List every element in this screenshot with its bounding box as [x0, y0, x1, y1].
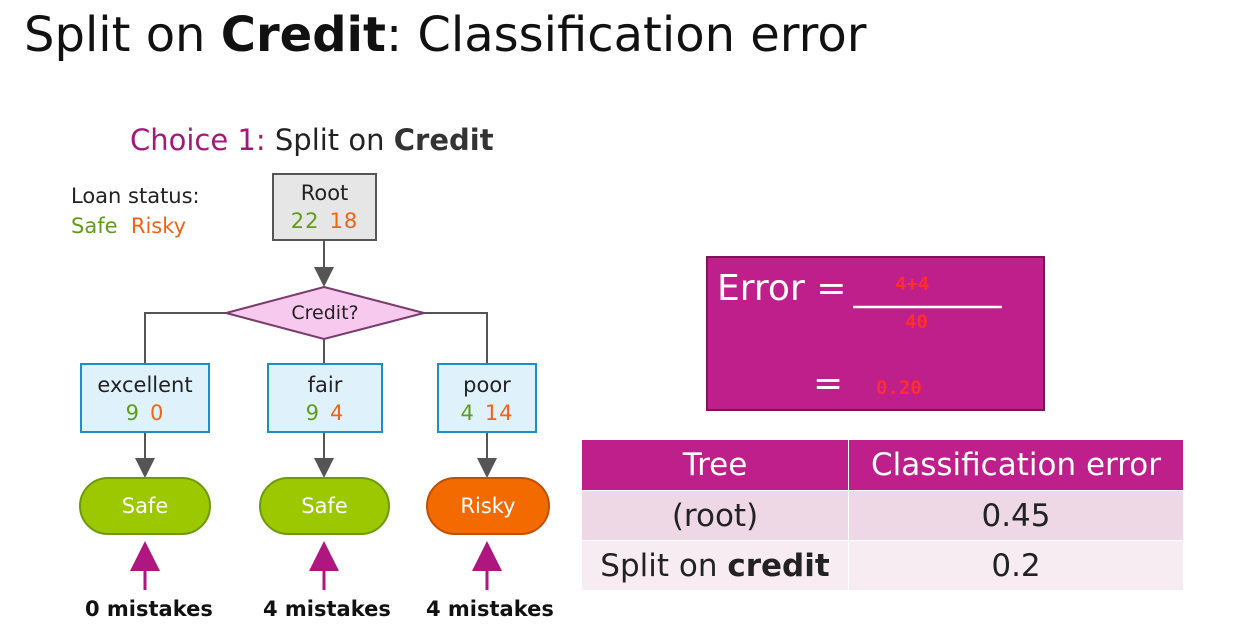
cell-tree: (root)	[581, 490, 849, 541]
error-label: Error =	[717, 268, 847, 309]
safe-count: 9	[125, 401, 140, 425]
leaf-prediction-risky: Risky	[426, 477, 550, 535]
fraction-bar	[853, 305, 1002, 309]
credit-decision-label: Credit?	[291, 302, 359, 324]
risky-count: 14	[484, 401, 514, 425]
risky-count: 0	[150, 401, 165, 425]
node-label: poor	[463, 373, 511, 397]
safe-count: 9	[305, 401, 320, 425]
root-node: Root 22 18	[272, 173, 377, 241]
table-header-row: Tree Classification error	[581, 439, 1184, 491]
mistakes-label: 4 mistakes	[426, 597, 554, 621]
node-fair: fair 94	[267, 363, 383, 433]
safe-count: 4	[460, 401, 475, 425]
classification-error-table: Tree Classification error (root) 0.45 Sp…	[581, 439, 1184, 591]
root-risky-count: 18	[329, 209, 359, 233]
node-excellent: excellent 90	[80, 363, 210, 433]
cell-error: 0.2	[848, 540, 1184, 591]
root-safe-count: 22	[290, 209, 320, 233]
mistakes-label: 4 mistakes	[263, 597, 391, 621]
equals-sign: =	[813, 363, 844, 404]
node-label: fair	[307, 373, 343, 397]
handwritten-denominator: 40	[905, 311, 928, 333]
handwritten-result: 0.20	[876, 377, 922, 399]
root-label: Root	[300, 181, 349, 205]
mistakes-label: 0 mistakes	[85, 597, 213, 621]
column-header-tree: Tree	[581, 439, 849, 491]
leaf-prediction-safe: Safe	[259, 477, 390, 535]
risky-count: 4	[330, 401, 345, 425]
column-header-error: Classification error	[848, 439, 1184, 491]
node-poor: poor 4 14	[437, 363, 537, 433]
table-row: (root) 0.45	[581, 490, 1184, 541]
leaf-prediction-safe: Safe	[79, 477, 211, 535]
handwritten-numerator: 4+4	[895, 273, 930, 295]
table-row: Split on credit 0.2	[581, 540, 1184, 591]
cell-error: 0.45	[848, 490, 1184, 541]
node-label: excellent	[97, 373, 193, 397]
cell-tree: Split on credit	[581, 540, 849, 591]
